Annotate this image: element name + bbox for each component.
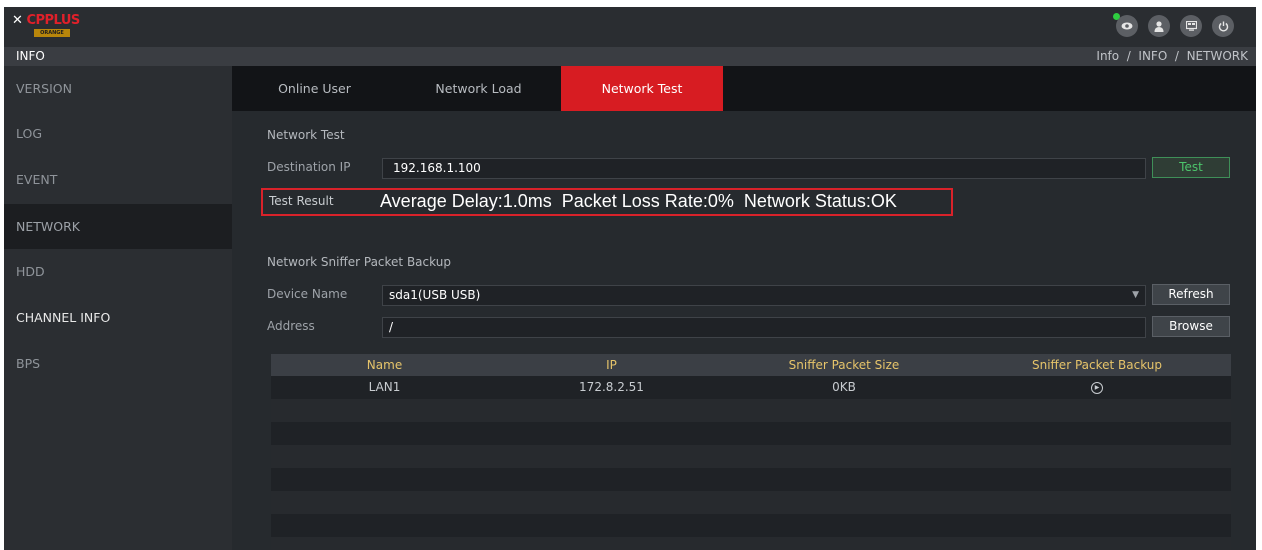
sniffer-title: Network Sniffer Packet Backup xyxy=(267,255,451,269)
table-row-empty xyxy=(271,491,1231,514)
column-header-ip: IP xyxy=(606,358,617,372)
power-icon[interactable] xyxy=(1212,15,1234,37)
backup-icon[interactable]: ▶ xyxy=(1091,381,1103,394)
breadcrumb[interactable]: Info / INFO / NETWORK xyxy=(1096,48,1248,65)
test-result-label: Test Result xyxy=(269,194,334,208)
display-icon[interactable] xyxy=(1180,15,1202,37)
column-header-backup: Sniffer Packet Backup xyxy=(1031,358,1162,372)
destination-ip-label: Destination IP xyxy=(267,160,351,174)
cell-name: LAN1 xyxy=(368,380,401,394)
test-result-box: Test Result Average Delay:1.0ms Packet L… xyxy=(261,188,953,216)
chevron-down-icon: ▼ xyxy=(1132,290,1139,300)
cell-backup: ▶ xyxy=(963,376,1231,399)
sidebar-item-log[interactable]: LOG xyxy=(4,111,232,156)
eye-icon[interactable] xyxy=(1116,15,1138,37)
sidebar-item-network[interactable]: NETWORK xyxy=(4,204,232,249)
device-name-label: Device Name xyxy=(267,287,348,301)
table-row-empty xyxy=(271,514,1231,537)
table-row-empty xyxy=(271,445,1231,468)
sidebar-item-event[interactable]: EVENT xyxy=(4,157,232,202)
page-title: INFO xyxy=(16,49,45,63)
address-label: Address xyxy=(267,319,315,333)
logo-mark-icon: ✕ xyxy=(12,13,23,28)
test-result-value: Average Delay:1.0ms Packet Loss Rate:0% … xyxy=(380,191,897,211)
device-name-select[interactable]: sda1(USB USB) ▼ xyxy=(382,285,1146,306)
user-icon[interactable] xyxy=(1148,15,1170,37)
logo-sub: ORANGE xyxy=(34,29,70,37)
logo-text-cp: CP xyxy=(26,13,45,28)
brand-logo: ✕ CPPLUS ORANGE xyxy=(12,13,102,41)
tab-network-load[interactable]: Network Load xyxy=(397,66,560,111)
table-row-empty xyxy=(271,422,1231,445)
device-name-value: sda1(USB USB) xyxy=(389,288,481,302)
logo-text-plus: PLUS xyxy=(44,13,81,28)
tab-bar: Online User Network Load Network Test xyxy=(232,66,1256,111)
table-row-empty xyxy=(271,468,1231,491)
info-bar: INFO Info / INFO / NETWORK xyxy=(4,47,1256,66)
destination-ip-input[interactable]: 192.168.1.100 xyxy=(382,158,1146,179)
refresh-button[interactable]: Refresh xyxy=(1152,284,1230,305)
main-panel: Online User Network Load Network Test Ne… xyxy=(232,66,1256,550)
sidebar: VERSION LOG EVENT NETWORK HDD CHANNEL IN… xyxy=(4,66,232,550)
test-button[interactable]: Test xyxy=(1152,157,1230,178)
column-header-size: Sniffer Packet Size xyxy=(788,358,900,372)
table-row-empty xyxy=(271,537,1231,550)
sniffer-table: Name IP Sniffer Packet Size Sniffer Pack… xyxy=(271,354,1231,550)
sidebar-item-channel-info[interactable]: CHANNEL INFO xyxy=(4,295,232,340)
table-header: Name IP Sniffer Packet Size Sniffer Pack… xyxy=(271,354,1231,376)
address-input[interactable]: / xyxy=(382,317,1146,338)
table-row[interactable]: LAN1 172.8.2.51 0KB ▶ xyxy=(271,376,1231,399)
sidebar-item-version[interactable]: VERSION xyxy=(4,66,232,111)
sidebar-item-hdd[interactable]: HDD xyxy=(4,249,232,294)
network-test-title: Network Test xyxy=(267,128,345,142)
top-bar: ✕ CPPLUS ORANGE xyxy=(4,7,1256,47)
tab-online-user[interactable]: Online User xyxy=(232,66,397,111)
app-window: ✕ CPPLUS ORANGE INFO Info / INFO / NETWO… xyxy=(4,7,1256,550)
cell-ip: 172.8.2.51 xyxy=(579,380,644,394)
sidebar-item-bps[interactable]: BPS xyxy=(4,341,232,386)
tab-network-test[interactable]: Network Test xyxy=(561,66,723,111)
column-header-name: Name xyxy=(366,358,403,372)
cell-size: 0KB xyxy=(832,380,856,394)
table-row-empty xyxy=(271,399,1231,422)
browse-button[interactable]: Browse xyxy=(1152,316,1230,337)
